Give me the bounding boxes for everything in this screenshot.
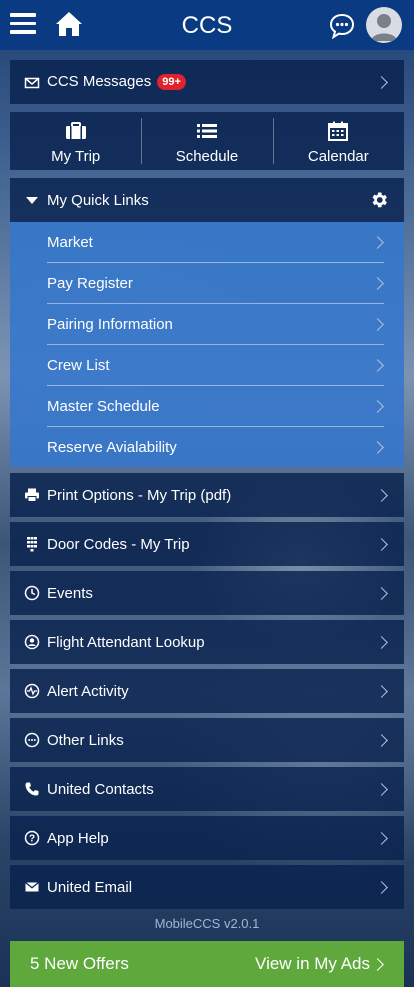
- help-icon: ?: [24, 830, 40, 846]
- events-row[interactable]: Events: [10, 571, 404, 615]
- other-links-row[interactable]: Other Links: [10, 718, 404, 762]
- united-email-label: United Email: [47, 878, 133, 896]
- chevron-right-icon: [375, 684, 388, 698]
- chevron-right-icon: [375, 880, 388, 894]
- hamburger-icon[interactable]: [10, 13, 36, 35]
- ccs-messages-label: CCS Messages 99+: [47, 73, 186, 90]
- chevron-right-icon: [371, 235, 384, 249]
- top-bar: CCS: [0, 0, 414, 50]
- quick-link-pay-register[interactable]: Pay Register: [47, 263, 384, 304]
- shortcut-bar: My Trip Schedule Calendar: [10, 112, 404, 170]
- united-contacts-row[interactable]: United Contacts: [10, 767, 404, 811]
- quick-links-title: My Quick Links: [47, 191, 149, 209]
- person-search-icon: [24, 634, 40, 650]
- chevron-right-icon: [371, 441, 384, 454]
- chevron-right-icon: [371, 957, 384, 971]
- quick-links-list: Market Pay Register Pairing Information …: [10, 222, 404, 467]
- chevron-right-icon: [371, 317, 384, 331]
- gear-icon[interactable]: [369, 190, 389, 210]
- united-email-row[interactable]: United Email: [10, 865, 404, 909]
- calendar-shortcut[interactable]: Calendar: [272, 112, 404, 170]
- mail-icon: [25, 881, 39, 892]
- chevron-right-icon: [375, 733, 388, 747]
- avatar[interactable]: [366, 7, 402, 43]
- schedule-label: Schedule: [175, 148, 239, 165]
- chevron-right-icon: [375, 831, 388, 845]
- print-options-row[interactable]: Print Options - My Trip (pdf): [10, 473, 404, 517]
- quick-link-market[interactable]: Market: [47, 222, 384, 263]
- calendar-icon: [328, 121, 349, 141]
- chevron-right-icon: [375, 586, 388, 600]
- briefcase-icon: [65, 122, 86, 139]
- chevron-right-icon: [375, 782, 388, 796]
- envelope-icon: [24, 77, 40, 89]
- user-avatar-icon: [371, 14, 397, 41]
- view-ads-link[interactable]: View in My Ads: [255, 954, 370, 974]
- flight-attendant-lookup-row[interactable]: Flight Attendant Lookup: [10, 620, 404, 664]
- chevron-right-icon: [371, 399, 384, 413]
- chevron-right-icon: [375, 75, 388, 89]
- events-label: Events: [47, 584, 93, 602]
- keypad-icon: [27, 537, 37, 552]
- home-icon[interactable]: [54, 10, 84, 38]
- app-help-label: App Help: [47, 829, 109, 847]
- new-offers-label: 5 New Offers: [30, 954, 129, 973]
- flight-attendant-lookup-label: Flight Attendant Lookup: [47, 633, 205, 651]
- united-contacts-label: United Contacts: [47, 780, 154, 798]
- other-links-label: Other Links: [47, 731, 124, 749]
- caret-down-icon: [26, 197, 38, 204]
- unread-badge: 99+: [157, 73, 186, 90]
- print-options-label: Print Options - My Trip (pdf): [47, 486, 232, 504]
- alert-activity-row[interactable]: Alert Activity: [10, 669, 404, 713]
- clock-icon: [24, 585, 40, 601]
- offers-banner[interactable]: 5 New Offers View in My Ads: [10, 941, 404, 987]
- chat-icon[interactable]: [328, 12, 356, 40]
- chevron-right-icon: [375, 488, 388, 502]
- app-help-row[interactable]: ? App Help: [10, 816, 404, 860]
- app-version: MobileCCS v2.0.1: [154, 916, 260, 931]
- svg-text:?: ?: [29, 834, 35, 845]
- quick-link-reserve-availability[interactable]: Reserve Avialability: [47, 427, 384, 468]
- ccs-messages-row[interactable]: CCS Messages 99+: [10, 60, 404, 104]
- quick-link-master-schedule[interactable]: Master Schedule: [47, 386, 384, 427]
- chevron-right-icon: [375, 635, 388, 649]
- door-codes-label: Door Codes - My Trip: [47, 535, 190, 553]
- chevron-right-icon: [371, 358, 384, 372]
- quick-link-crew-list[interactable]: Crew List: [47, 345, 384, 386]
- my-trip-shortcut[interactable]: My Trip: [10, 112, 141, 170]
- list-icon: [196, 124, 217, 138]
- printer-icon: [25, 488, 39, 502]
- quick-link-pairing-information[interactable]: Pairing Information: [47, 304, 384, 345]
- schedule-shortcut[interactable]: Schedule: [141, 112, 272, 170]
- calendar-label: Calendar: [307, 148, 369, 165]
- more-dots-icon: [24, 732, 40, 748]
- chevron-right-icon: [371, 276, 384, 290]
- my-trip-label: My Trip: [51, 148, 101, 165]
- door-codes-row[interactable]: Door Codes - My Trip: [10, 522, 404, 566]
- alert-activity-label: Alert Activity: [47, 682, 129, 700]
- pulse-icon: [24, 683, 40, 699]
- phone-icon: [25, 782, 39, 796]
- chevron-right-icon: [375, 537, 388, 551]
- quick-links-header[interactable]: My Quick Links: [10, 178, 404, 222]
